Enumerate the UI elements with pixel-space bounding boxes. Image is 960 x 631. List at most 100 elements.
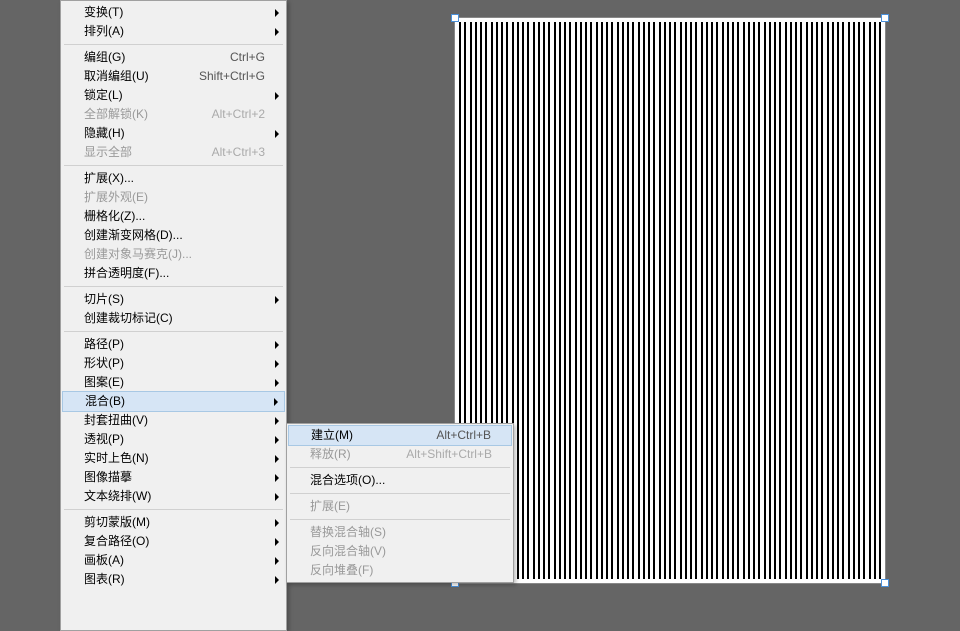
vertical-line[interactable] [685, 22, 687, 579]
vertical-line[interactable] [606, 22, 608, 579]
vertical-line[interactable] [790, 22, 792, 579]
vertical-line[interactable] [748, 22, 750, 579]
main_menu-item[interactable]: 锁定(L) [62, 86, 285, 105]
vertical-line[interactable] [769, 22, 771, 579]
main_menu-item[interactable]: 切片(S) [62, 290, 285, 309]
vertical-line[interactable] [538, 22, 540, 579]
vertical-line[interactable] [879, 22, 881, 579]
vertical-line[interactable] [848, 22, 850, 579]
main_menu-item[interactable]: 排列(A) [62, 22, 285, 41]
main_menu-item[interactable]: 透视(P) [62, 430, 285, 449]
vertical-line[interactable] [795, 22, 797, 579]
vertical-line[interactable] [764, 22, 766, 579]
selection-handle[interactable] [881, 579, 889, 587]
main_menu-item[interactable]: 剪切蒙版(M) [62, 513, 285, 532]
main_menu-item[interactable]: 实时上色(N) [62, 449, 285, 468]
vertical-line[interactable] [863, 22, 865, 579]
vertical-line[interactable] [596, 22, 598, 579]
vertical-line[interactable] [695, 22, 697, 579]
vertical-line[interactable] [564, 22, 566, 579]
vertical-line[interactable] [648, 22, 650, 579]
main_menu-item[interactable]: 画板(A) [62, 551, 285, 570]
vertical-line[interactable] [800, 22, 802, 579]
vertical-line[interactable] [832, 22, 834, 579]
vertical-line[interactable] [837, 22, 839, 579]
vertical-line[interactable] [622, 22, 624, 579]
vertical-line[interactable] [575, 22, 577, 579]
vertical-line[interactable] [753, 22, 755, 579]
vertical-line[interactable] [806, 22, 808, 579]
main_menu-item[interactable]: 图表(R) [62, 570, 285, 589]
selection-handle[interactable] [881, 14, 889, 22]
main_menu-item[interactable]: 编组(G)Ctrl+G [62, 48, 285, 67]
main_menu-item[interactable]: 创建渐变网格(D)... [62, 226, 285, 245]
main_menu-item[interactable]: 变换(T) [62, 3, 285, 22]
main_menu-item[interactable]: 图案(E) [62, 373, 285, 392]
sub_menu-item[interactable]: 建立(M)Alt+Ctrl+B [288, 425, 512, 446]
vertical-line[interactable] [543, 22, 545, 579]
vertical-line[interactable] [653, 22, 655, 579]
object-context-menu[interactable]: 变换(T)排列(A) 编组(G)Ctrl+G取消编组(U)Shift+Ctrl+G… [60, 0, 287, 631]
vertical-line[interactable] [858, 22, 860, 579]
vertical-line[interactable] [774, 22, 776, 579]
vertical-line[interactable] [554, 22, 556, 579]
vertical-line[interactable] [585, 22, 587, 579]
vertical-line[interactable] [617, 22, 619, 579]
main_menu-item[interactable]: 图像描摹 [62, 468, 285, 487]
main_menu-item[interactable]: 取消编组(U)Shift+Ctrl+G [62, 67, 285, 86]
vertical-line[interactable] [590, 22, 592, 579]
vertical-line[interactable] [643, 22, 645, 579]
main_menu-item[interactable]: 封套扭曲(V) [62, 411, 285, 430]
vertical-line[interactable] [638, 22, 640, 579]
vertical-line[interactable] [743, 22, 745, 579]
vertical-line[interactable] [722, 22, 724, 579]
main_menu-item[interactable]: 扩展(X)... [62, 169, 285, 188]
vertical-line[interactable] [716, 22, 718, 579]
main_menu-item[interactable]: 路径(P) [62, 335, 285, 354]
vertical-line[interactable] [727, 22, 729, 579]
vertical-line[interactable] [632, 22, 634, 579]
vertical-line[interactable] [853, 22, 855, 579]
vertical-line[interactable] [664, 22, 666, 579]
vertical-line[interactable] [611, 22, 613, 579]
vertical-line[interactable] [701, 22, 703, 579]
vertical-line[interactable] [559, 22, 561, 579]
main_menu-item[interactable]: 创建裁切标记(C) [62, 309, 285, 328]
vertical-line[interactable] [827, 22, 829, 579]
vertical-line[interactable] [533, 22, 535, 579]
vertical-line[interactable] [758, 22, 760, 579]
vertical-line[interactable] [869, 22, 871, 579]
vertical-line[interactable] [779, 22, 781, 579]
vertical-line[interactable] [821, 22, 823, 579]
vertical-line[interactable] [527, 22, 529, 579]
vertical-line[interactable] [674, 22, 676, 579]
vertical-line[interactable] [706, 22, 708, 579]
vertical-line[interactable] [601, 22, 603, 579]
main_menu-item[interactable]: 复合路径(O) [62, 532, 285, 551]
vertical-line[interactable] [659, 22, 661, 579]
artboard[interactable] [455, 18, 885, 583]
vertical-line[interactable] [627, 22, 629, 579]
vertical-line[interactable] [680, 22, 682, 579]
selection-handle[interactable] [451, 14, 459, 22]
main_menu-item[interactable]: 形状(P) [62, 354, 285, 373]
main_menu-item[interactable]: 栅格化(Z)... [62, 207, 285, 226]
vertical-line[interactable] [580, 22, 582, 579]
vertical-line[interactable] [842, 22, 844, 579]
vertical-line[interactable] [517, 22, 519, 579]
vertical-line[interactable] [732, 22, 734, 579]
vertical-line[interactable] [737, 22, 739, 579]
vertical-line[interactable] [669, 22, 671, 579]
vertical-line[interactable] [874, 22, 876, 579]
sub_menu-item[interactable]: 混合选项(O)... [288, 471, 512, 490]
blend-submenu[interactable]: 建立(M)Alt+Ctrl+B释放(R)Alt+Shift+Ctrl+B混合选项… [286, 423, 514, 583]
vertical-line[interactable] [548, 22, 550, 579]
main_menu-item[interactable]: 拼合透明度(F)... [62, 264, 285, 283]
main_menu-item[interactable]: 文本绕排(W) [62, 487, 285, 506]
main_menu-item[interactable]: 隐藏(H) [62, 124, 285, 143]
vertical-line[interactable] [816, 22, 818, 579]
vertical-line[interactable] [711, 22, 713, 579]
main_menu-item[interactable]: 混合(B) [62, 391, 285, 412]
vertical-line[interactable] [522, 22, 524, 579]
vertical-line[interactable] [785, 22, 787, 579]
